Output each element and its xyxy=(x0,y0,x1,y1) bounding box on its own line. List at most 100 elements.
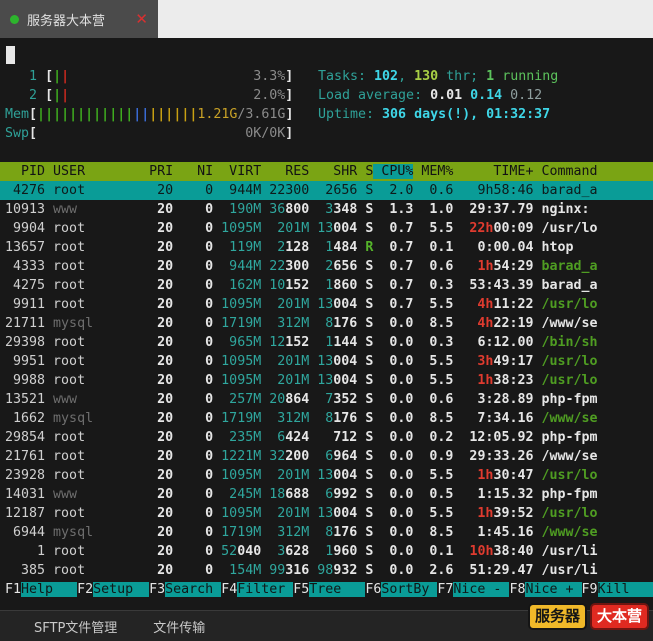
cell-state: S xyxy=(357,373,374,388)
text-segment xyxy=(533,240,541,255)
fn-f2-setup[interactable]: F2Setup xyxy=(77,582,150,597)
fn-f5-tree[interactable]: F5Tree xyxy=(293,582,366,597)
cell-pid: 6944 xyxy=(5,525,46,540)
cell-res: 200 xyxy=(285,449,310,464)
process-row-1662[interactable]: 1662 mysql 20 0 1719M 312M 8176 S 0.0 8.… xyxy=(0,409,653,428)
meter-bracket: [ xyxy=(45,69,54,84)
fn-f4-filter[interactable]: F4Filter xyxy=(221,582,294,597)
cell-res: 688 xyxy=(285,487,310,502)
cell-res: 152 xyxy=(285,278,310,293)
fn-f8-nice[interactable]: F8Nice + xyxy=(509,582,582,597)
fn-f9-kill[interactable]: F9Kill xyxy=(582,582,653,597)
cell-mem: 5.5 xyxy=(413,373,454,388)
process-row-23928[interactable]: 23928 root 20 0 1095M 201M 13004 S 0.0 5… xyxy=(0,466,653,485)
process-row-4333[interactable]: 4333 root 20 0 944M 22300 2656 S 0.7 0.6… xyxy=(0,257,653,276)
column-header-virt[interactable]: VIRT xyxy=(213,164,261,179)
meter-bar: | xyxy=(53,69,62,84)
cell-virt: 257M xyxy=(213,392,262,407)
file-transfer-tab[interactable]: 文件传输 xyxy=(153,617,205,636)
process-row-9988[interactable]: 9988 root 20 0 1095M 201M 13004 S 0.0 5.… xyxy=(0,371,653,390)
terminal[interactable]: 1 [|| 3.3%] 2 [|| 2.0%] Mem[|||||||||||||… xyxy=(0,38,653,610)
cell-cpu: 0.0 xyxy=(373,544,414,559)
cell-res: 201M xyxy=(261,297,310,312)
process-row-9911[interactable]: 9911 root 20 0 1095M 201M 13004 S 0.7 5.… xyxy=(0,295,653,314)
cell-mem: 0.5 xyxy=(413,487,454,502)
meter-bracket: ] xyxy=(285,88,294,103)
column-header-ni[interactable]: NI xyxy=(173,164,213,179)
process-row-12187[interactable]: 12187 root 20 0 1095M 201M 13004 S 0.0 5… xyxy=(0,504,653,523)
tab-close-icon[interactable]: ✕ xyxy=(135,10,148,28)
cell-time: 3:28.89 xyxy=(453,392,534,407)
swap-meter: Swp[ 0K/0K] xyxy=(5,124,293,143)
cpu-meter-label: 1 xyxy=(29,69,38,84)
process-row-13521[interactable]: 13521 www 20 0 257M 20864 7352 S 0.0 0.6… xyxy=(0,390,653,409)
process-row-385[interactable]: 385 root 20 0 154M 99316 98932 S 0.0 2.6… xyxy=(0,561,653,580)
memory-meter-label: Mem xyxy=(5,107,30,122)
cell-res: 201M xyxy=(261,221,310,236)
cell-shr: 13 xyxy=(309,354,334,369)
cell-pid: 9988 xyxy=(5,373,46,388)
column-header-pid[interactable]: PID xyxy=(5,164,45,179)
process-row-4275[interactable]: 4275 root 20 0 162M 10152 1860 S 0.7 0.3… xyxy=(0,276,653,295)
column-header-shr[interactable]: SHR xyxy=(309,164,357,179)
sftp-file-manager-tab[interactable]: SFTP文件管理 xyxy=(34,617,117,636)
cell-time: 39:52 xyxy=(493,506,534,521)
cell-mem: 0.1 xyxy=(413,544,454,559)
cell-shr: 13 xyxy=(309,468,334,483)
fn-label: Nice + xyxy=(525,582,582,597)
cell-state: S xyxy=(357,487,374,502)
cell-pri: 20 xyxy=(133,392,174,407)
column-header-cpu[interactable]: CPU% xyxy=(373,164,414,179)
process-row-21711[interactable]: 21711 mysql 20 0 1719M 312M 8176 S 0.0 8… xyxy=(0,314,653,333)
cell-ni: 0 xyxy=(173,373,214,388)
cell-shr: 656 xyxy=(333,259,358,274)
cell-ni: 0 xyxy=(173,278,214,293)
cell-cpu: 0.0 xyxy=(373,449,414,464)
process-row-21761[interactable]: 21761 root 20 0 1221M 32200 6964 S 0.0 0… xyxy=(0,447,653,466)
memory-total-value: /3.61G xyxy=(237,107,286,122)
cell-user: www xyxy=(53,392,134,407)
cell-shr: 1 xyxy=(309,278,334,293)
cell-virt: 52 xyxy=(213,544,238,559)
process-row-1[interactable]: 1 root 20 0 52040 3628 1960 S 0.0 0.1 10… xyxy=(0,542,653,561)
fn-f1-help[interactable]: F1Help xyxy=(5,582,78,597)
cell-user: mysql xyxy=(53,525,134,540)
cell-ni: 0 xyxy=(173,259,214,274)
process-row-6944[interactable]: 6944 mysql 20 0 1719M 312M 8176 S 0.0 8.… xyxy=(0,523,653,542)
meter-bracket: ] xyxy=(285,69,294,84)
column-header-time[interactable]: TIME+ xyxy=(453,164,533,179)
meter-bar: | xyxy=(61,88,70,103)
load-average-stat: Load average: 0.01 0.14 0.12 xyxy=(318,86,542,105)
column-header-command[interactable]: Command xyxy=(541,164,597,179)
cell-mem: 0.6 xyxy=(413,183,454,198)
process-row-14031[interactable]: 14031 www 20 0 245M 18688 6992 S 0.0 0.5… xyxy=(0,485,653,504)
swap-meter-value: 0K/0K xyxy=(245,126,286,141)
cell-user: root xyxy=(53,430,134,445)
process-row-13657[interactable]: 13657 root 20 0 119M 2128 1484 R 0.7 0.1… xyxy=(0,238,653,257)
cell-pid: 13521 xyxy=(5,392,46,407)
process-row-29398[interactable]: 29398 root 20 0 965M 12152 1144 S 0.0 0.… xyxy=(0,333,653,352)
fn-f7-nice[interactable]: F7Nice - xyxy=(437,582,510,597)
meter-bar: | xyxy=(101,107,110,122)
process-row-9904[interactable]: 9904 root 20 0 1095M 201M 13004 S 0.7 5.… xyxy=(0,219,653,238)
column-header-s[interactable]: S xyxy=(357,164,373,179)
cell-virt: 235M xyxy=(213,430,262,445)
text-segment xyxy=(45,392,53,407)
fn-f3-search[interactable]: F3Search xyxy=(149,582,222,597)
cell-command: /www/se xyxy=(541,449,598,464)
column-header-user[interactable]: USER xyxy=(53,164,133,179)
fn-f6-sortby[interactable]: F6SortBy xyxy=(365,582,438,597)
process-row-4276[interactable]: 4276 root 20 0 944M 22300 2656 S 2.0 0.6… xyxy=(0,181,653,200)
process-row-29854[interactable]: 29854 root 20 0 235M 6424 712 S 0.0 0.2 … xyxy=(0,428,653,447)
process-row-10913[interactable]: 10913 www 20 0 190M 36800 3348 S 1.3 1.0… xyxy=(0,200,653,219)
column-header-mem[interactable]: MEM% xyxy=(413,164,453,179)
cell-res: 128 xyxy=(285,240,310,255)
column-header-pri[interactable]: PRI xyxy=(133,164,173,179)
process-row-9951[interactable]: 9951 root 20 0 1095M 201M 13004 S 0.0 5.… xyxy=(0,352,653,371)
session-tab[interactable]: 服务器大本营 ✕ xyxy=(0,0,158,38)
cell-command: /usr/lo xyxy=(541,297,598,312)
cell-res: 864 xyxy=(285,392,310,407)
column-header-res[interactable]: RES xyxy=(261,164,309,179)
text-segment xyxy=(533,202,541,217)
cell-command: /www/se xyxy=(541,411,598,426)
